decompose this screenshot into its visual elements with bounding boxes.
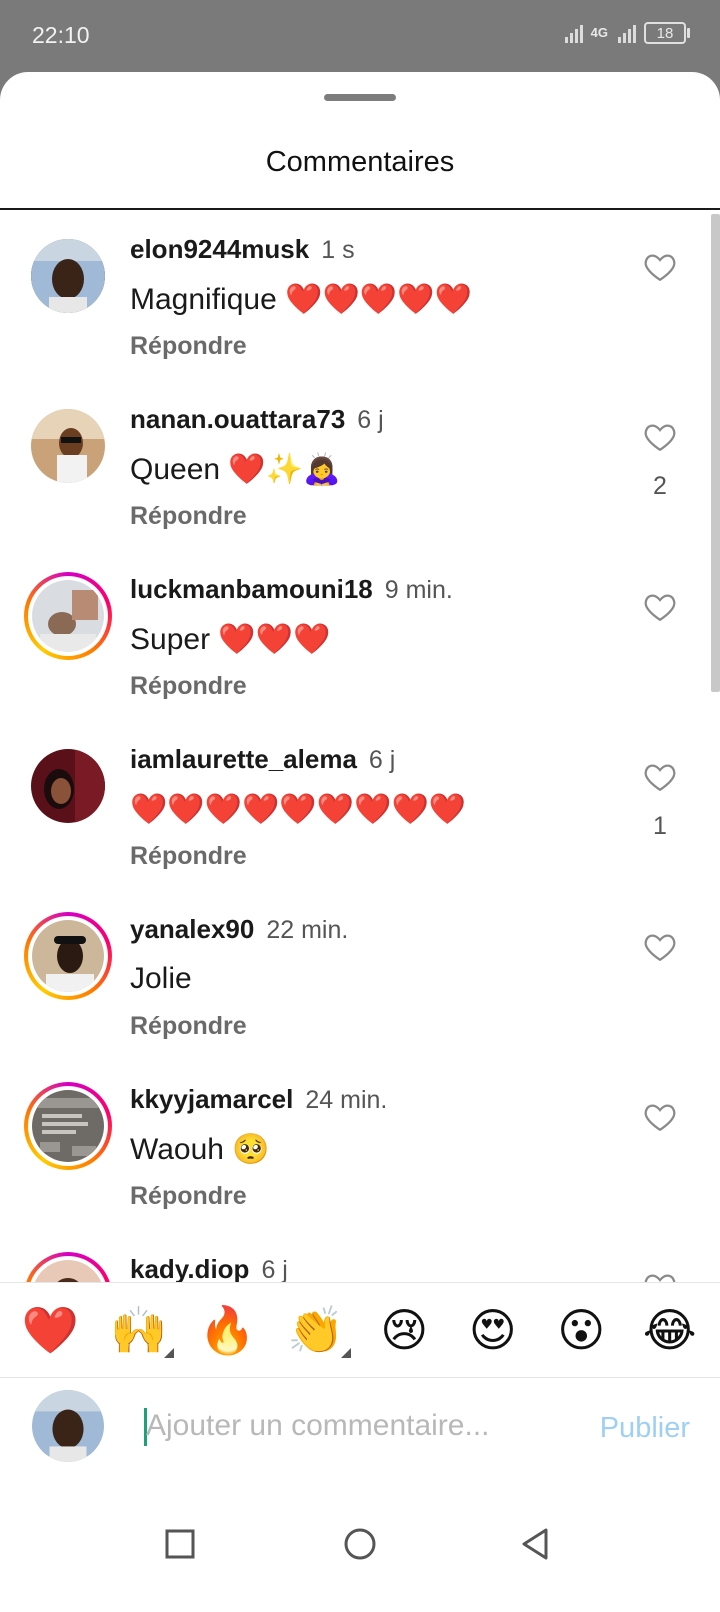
comment-item: nanan.ouattara73 6 j Queen ❤️✨🙇‍♀️ Répond… bbox=[0, 380, 720, 555]
comments-list[interactable]: elon9244musk 1 s Magnifique ❤️❤️❤️❤️❤️ Ré… bbox=[0, 210, 720, 1390]
home-icon[interactable] bbox=[340, 1524, 380, 1564]
comment-item: elon9244musk 1 s Magnifique ❤️❤️❤️❤️❤️ Ré… bbox=[0, 210, 720, 385]
emoji-reaction-bar: ❤️ 🙌 🔥 👏 😢 😍 😮 😂 bbox=[0, 1282, 720, 1378]
reply-button[interactable]: Répondre bbox=[130, 1012, 247, 1041]
recents-icon[interactable] bbox=[160, 1524, 200, 1564]
reply-button[interactable]: Répondre bbox=[130, 842, 247, 871]
battery-level: 18 bbox=[656, 24, 674, 42]
laughing-emoji-button[interactable]: 😂 bbox=[635, 1300, 705, 1360]
my-avatar bbox=[32, 1390, 104, 1462]
heart-icon[interactable] bbox=[642, 930, 678, 964]
clapping-emoji-button[interactable]: 👏 bbox=[281, 1300, 351, 1360]
like-count: 1 bbox=[653, 812, 667, 840]
comment-item: yanalex90 22 min. Jolie Répondre bbox=[0, 890, 720, 1065]
comment-item: iamlaurette_alema 6 j ❤️❤️❤️❤️❤️❤️❤️❤️❤️ … bbox=[0, 720, 720, 895]
network-type: 4G bbox=[590, 25, 608, 40]
comment-time: 1 s bbox=[321, 236, 355, 264]
comment-username[interactable]: iamlaurette_alema 6 j bbox=[130, 744, 395, 775]
comment-text: Queen ❤️✨🙇‍♀️ bbox=[130, 453, 341, 486]
comment-time: 24 min. bbox=[305, 1086, 388, 1114]
back-icon[interactable] bbox=[516, 1524, 556, 1564]
publish-button[interactable]: Publier bbox=[600, 1412, 690, 1445]
comment-input[interactable] bbox=[146, 1400, 546, 1452]
heart-icon[interactable] bbox=[642, 590, 678, 624]
heart-emoji-button[interactable]: ❤️ bbox=[15, 1300, 85, 1360]
comment-composer: Publier bbox=[0, 1378, 720, 1488]
crying-emoji-button[interactable]: 😢 bbox=[369, 1300, 439, 1360]
scrollbar[interactable] bbox=[711, 214, 720, 692]
comment-time: 6 j bbox=[357, 406, 384, 434]
heart-icon[interactable] bbox=[642, 250, 678, 284]
sheet-title: Commentaires bbox=[265, 146, 455, 178]
status-bar: 22:10 4G 18 bbox=[0, 0, 720, 72]
status-icons: 4G 18 bbox=[564, 22, 690, 44]
comment-item: luckmanbamouni18 9 min. Super ❤️❤️❤️ Répo… bbox=[0, 550, 720, 725]
avatar[interactable] bbox=[24, 742, 112, 830]
comment-username[interactable]: elon9244musk 1 s bbox=[130, 234, 355, 265]
signal-icon-2 bbox=[618, 23, 636, 43]
comment-time: 9 min. bbox=[384, 576, 453, 604]
fire-emoji-button[interactable]: 🔥 bbox=[192, 1300, 262, 1360]
heart-icon[interactable] bbox=[642, 420, 678, 454]
reply-button[interactable]: Répondre bbox=[130, 1182, 247, 1211]
status-time: 22:10 bbox=[32, 22, 90, 48]
comment-text: ❤️❤️❤️❤️❤️❤️❤️❤️❤️ bbox=[130, 793, 467, 826]
heart-eyes-emoji-button[interactable]: 😍 bbox=[458, 1300, 528, 1360]
avatar[interactable] bbox=[24, 912, 112, 1000]
comment-username[interactable]: kkyyjamarcel 24 min. bbox=[130, 1084, 387, 1115]
comment-username[interactable]: nanan.ouattara73 6 j bbox=[130, 404, 384, 435]
comments-sheet: Commentaires elon9244musk 1 s Magnifique … bbox=[0, 72, 720, 1612]
comment-time: 6 j bbox=[261, 1256, 288, 1284]
comment-username[interactable]: yanalex90 22 min. bbox=[130, 914, 348, 945]
comment-text: Jolie bbox=[130, 962, 192, 995]
battery-icon: 18 bbox=[644, 22, 690, 44]
comment-item: kkyyjamarcel 24 min. Waouh 🥺 Répondre bbox=[0, 1060, 720, 1235]
comment-time: 6 j bbox=[368, 746, 396, 774]
avatar[interactable] bbox=[24, 232, 112, 320]
comment-username[interactable]: kady.diop 6 j bbox=[130, 1254, 288, 1285]
avatar[interactable] bbox=[24, 1082, 112, 1170]
comment-time: 22 min. bbox=[266, 916, 349, 944]
surprised-emoji-button[interactable]: 😮 bbox=[546, 1300, 616, 1360]
drag-handle[interactable] bbox=[324, 94, 396, 101]
reply-button[interactable]: Répondre bbox=[130, 672, 247, 701]
avatar[interactable] bbox=[24, 402, 112, 490]
system-nav-bar bbox=[0, 1488, 720, 1612]
comment-username[interactable]: luckmanbamouni18 9 min. bbox=[130, 574, 453, 605]
like-count: 2 bbox=[653, 472, 667, 500]
avatar[interactable] bbox=[24, 572, 112, 660]
comment-text: Super ❤️❤️❤️ bbox=[130, 623, 331, 656]
reply-button[interactable]: Répondre bbox=[130, 502, 247, 531]
reply-button[interactable]: Répondre bbox=[130, 332, 247, 361]
signal-icon bbox=[564, 23, 583, 43]
heart-icon[interactable] bbox=[642, 1100, 678, 1134]
raising-hands-emoji-button[interactable]: 🙌 bbox=[104, 1300, 174, 1360]
comment-text: Magnifique ❤️❤️❤️❤️❤️ bbox=[130, 283, 472, 316]
heart-icon[interactable] bbox=[642, 760, 678, 794]
comment-text: Waouh 🥺 bbox=[130, 1133, 270, 1166]
